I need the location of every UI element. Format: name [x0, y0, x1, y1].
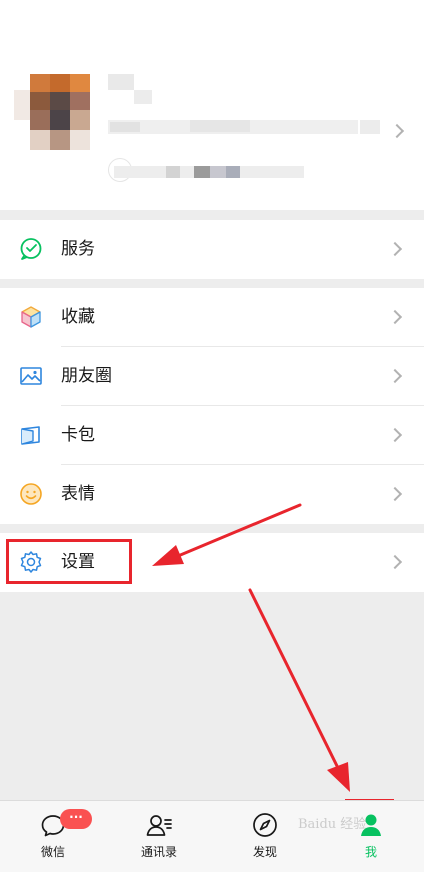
content-group: 收藏 朋友圈 卡包 表情 — [0, 288, 424, 524]
bottom-tab-bar: ··· 微信 通讯录 发现 我 Baidu 经验 — [0, 800, 424, 872]
tab-discover[interactable]: 发现 — [212, 801, 318, 872]
smile-icon — [20, 483, 42, 505]
menu-item-stickers[interactable]: 表情 — [0, 465, 424, 524]
menu-label-cards: 卡包 — [61, 425, 95, 445]
contacts-icon — [146, 815, 172, 836]
menu-label-services: 服务 — [61, 239, 95, 259]
chevron-right-icon — [387, 554, 403, 570]
tab-label-contacts: 通讯录 — [140, 845, 177, 859]
services-group: 服务 — [0, 220, 424, 279]
menu-item-services[interactable]: 服务 — [0, 220, 424, 279]
settings-highlight-box — [6, 539, 132, 584]
chevron-right-icon — [387, 309, 403, 325]
menu-label-moments: 朋友圈 — [61, 366, 112, 386]
menu-item-favorites[interactable]: 收藏 — [0, 288, 424, 347]
menu-label-stickers: 表情 — [61, 484, 95, 504]
wechat-pay-icon — [20, 238, 42, 260]
chevron-right-icon — [387, 241, 403, 257]
tab-label-discover: 发现 — [252, 845, 277, 859]
tab-label-me: 我 — [364, 845, 377, 859]
profile-chevron-icon — [389, 123, 405, 139]
compass-icon — [253, 813, 277, 837]
profile-header[interactable] — [0, 0, 424, 210]
tab-label-chats: 微信 — [40, 845, 65, 859]
chevron-right-icon — [387, 427, 403, 443]
picture-icon — [20, 367, 42, 385]
tab-chats[interactable]: ··· 微信 — [0, 801, 106, 872]
chevron-right-icon — [387, 486, 403, 502]
card-icon — [21, 426, 40, 445]
watermark-text: Baidu 经验 — [298, 817, 367, 832]
tab-me[interactable]: 我 — [318, 801, 424, 872]
menu-label-favorites: 收藏 — [61, 307, 95, 327]
menu-item-moments[interactable]: 朋友圈 — [0, 347, 424, 406]
chevron-right-icon — [387, 368, 403, 384]
tab-contacts[interactable]: 通讯录 — [106, 801, 212, 872]
unread-badge: ··· — [60, 809, 92, 829]
menu-item-cards[interactable]: 卡包 — [0, 406, 424, 465]
cube-icon — [21, 306, 41, 328]
